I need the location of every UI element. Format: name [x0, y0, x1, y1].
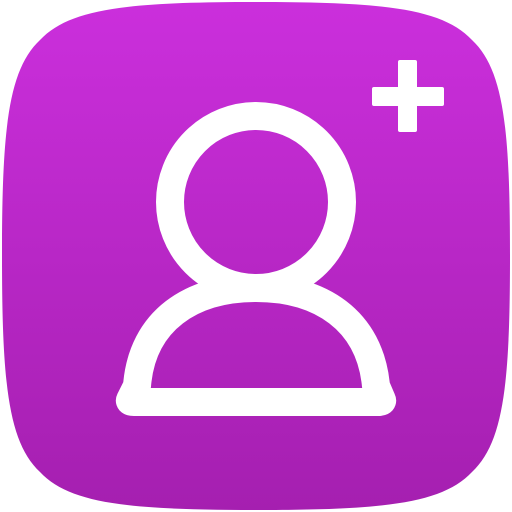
add-contact-app-icon[interactable]	[2, 2, 510, 510]
app-icon-canvas	[0, 0, 512, 512]
icon-background	[2, 2, 510, 510]
plus-vertical-bar	[398, 60, 417, 132]
